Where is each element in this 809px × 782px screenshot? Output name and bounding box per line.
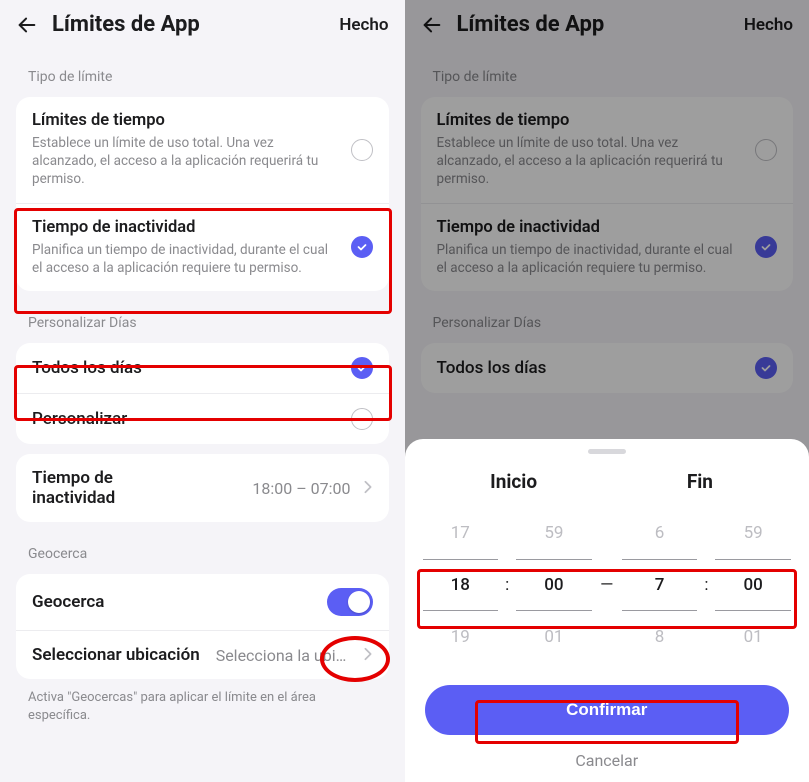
done-button[interactable]: Hecho xyxy=(339,15,388,35)
picker-headers: Inicio Fin xyxy=(405,470,809,507)
dash-separator: — xyxy=(592,575,622,595)
geofence-footnote: Activa "Geocercas" para aplicar el límit… xyxy=(0,687,405,737)
radio-checked-icon[interactable] xyxy=(351,357,373,379)
option-title: Límites de tiempo xyxy=(32,111,339,130)
toggle-on-icon[interactable] xyxy=(327,588,373,616)
row-value: Selecciona la ubicaci… xyxy=(216,646,351,665)
radio-checked-icon[interactable] xyxy=(351,236,373,258)
picker-col-start-min[interactable]: 59 00 01 xyxy=(516,507,592,663)
confirm-button[interactable]: Confirmar xyxy=(425,685,790,735)
row-geofence-toggle[interactable]: Geocerca xyxy=(16,574,389,630)
section-label-type: Tipo de límite xyxy=(0,53,405,95)
cancel-button[interactable]: Cancelar xyxy=(405,741,809,774)
sheet-grabber-icon[interactable] xyxy=(588,449,626,454)
downtime-time-card: Tiempo de inactividad 18:00 – 07:00 xyxy=(16,454,389,522)
row-title: Geocerca xyxy=(32,592,315,612)
page-title: Límites de App xyxy=(52,12,325,37)
option-desc: Establece un límite de uso total. Una ve… xyxy=(32,134,339,189)
limit-type-card: Límites de tiempo Establece un límite de… xyxy=(16,97,389,291)
picker-cell: 59 xyxy=(715,507,791,559)
section-label-geofence: Geocerca xyxy=(0,530,405,572)
colon-separator: : xyxy=(697,575,715,595)
screen-left: Límites de App Hecho Tipo de límite Lími… xyxy=(0,0,405,782)
picker-cell-selected: 18 xyxy=(423,559,499,611)
geofence-card: Geocerca Seleccionar ubicación Seleccion… xyxy=(16,574,389,679)
option-title: Tiempo de inactividad xyxy=(32,218,339,237)
option-every-day[interactable]: Todos los días xyxy=(16,343,389,393)
picker-cell: 01 xyxy=(715,611,791,663)
picker-col-end-min[interactable]: 59 00 01 xyxy=(715,507,791,663)
option-desc: Planifica un tiempo de inactividad, dura… xyxy=(32,241,339,277)
option-customize[interactable]: Personalizar xyxy=(16,393,389,444)
header: Límites de App Hecho xyxy=(0,0,405,53)
picker-cell-selected: 7 xyxy=(622,559,698,611)
row-value: 18:00 – 07:00 xyxy=(252,479,350,498)
row-select-location[interactable]: Seleccionar ubicación Selecciona la ubic… xyxy=(16,630,389,679)
header-start: Inicio xyxy=(421,470,607,493)
option-time-limits[interactable]: Límites de tiempo Establece un límite de… xyxy=(16,97,389,203)
picker-cell: 01 xyxy=(516,611,592,663)
radio-unchecked-icon[interactable] xyxy=(351,139,373,161)
days-card: Todos los días Personalizar xyxy=(16,343,389,444)
row-title: Seleccionar ubicación xyxy=(32,645,200,665)
header-end: Fin xyxy=(607,470,793,493)
picker-cell: 19 xyxy=(423,611,499,663)
chevron-right-icon xyxy=(363,646,373,665)
option-downtime[interactable]: Tiempo de inactividad Planifica un tiemp… xyxy=(16,203,389,291)
picker-col-end-hour[interactable]: 6 7 8 xyxy=(622,507,698,663)
picker-cell: 8 xyxy=(622,611,698,663)
section-label-customize: Personalizar Días xyxy=(0,299,405,341)
picker-cell: 6 xyxy=(622,507,698,559)
time-picker: 17 18 19 : 59 00 01 — 6 7 8 : 59 00 01 xyxy=(405,507,809,663)
screen-right: Límites de App Hecho Tipo de límite Lími… xyxy=(405,0,809,782)
option-title: Todos los días xyxy=(32,358,339,378)
picker-col-start-hour[interactable]: 17 18 19 xyxy=(423,507,499,663)
picker-cell-selected: 00 xyxy=(715,559,791,611)
chevron-right-icon xyxy=(363,479,373,498)
picker-cell: 59 xyxy=(516,507,592,559)
colon-separator: : xyxy=(498,575,516,595)
option-title: Personalizar xyxy=(32,409,339,429)
time-picker-sheet: Inicio Fin 17 18 19 : 59 00 01 — 6 7 8 : xyxy=(405,439,809,782)
back-icon[interactable] xyxy=(16,14,38,36)
radio-unchecked-icon[interactable] xyxy=(351,408,373,430)
row-title: Tiempo de inactividad xyxy=(32,468,172,508)
picker-cell-selected: 00 xyxy=(516,559,592,611)
picker-cell: 17 xyxy=(423,507,499,559)
row-downtime-time[interactable]: Tiempo de inactividad 18:00 – 07:00 xyxy=(16,454,389,522)
